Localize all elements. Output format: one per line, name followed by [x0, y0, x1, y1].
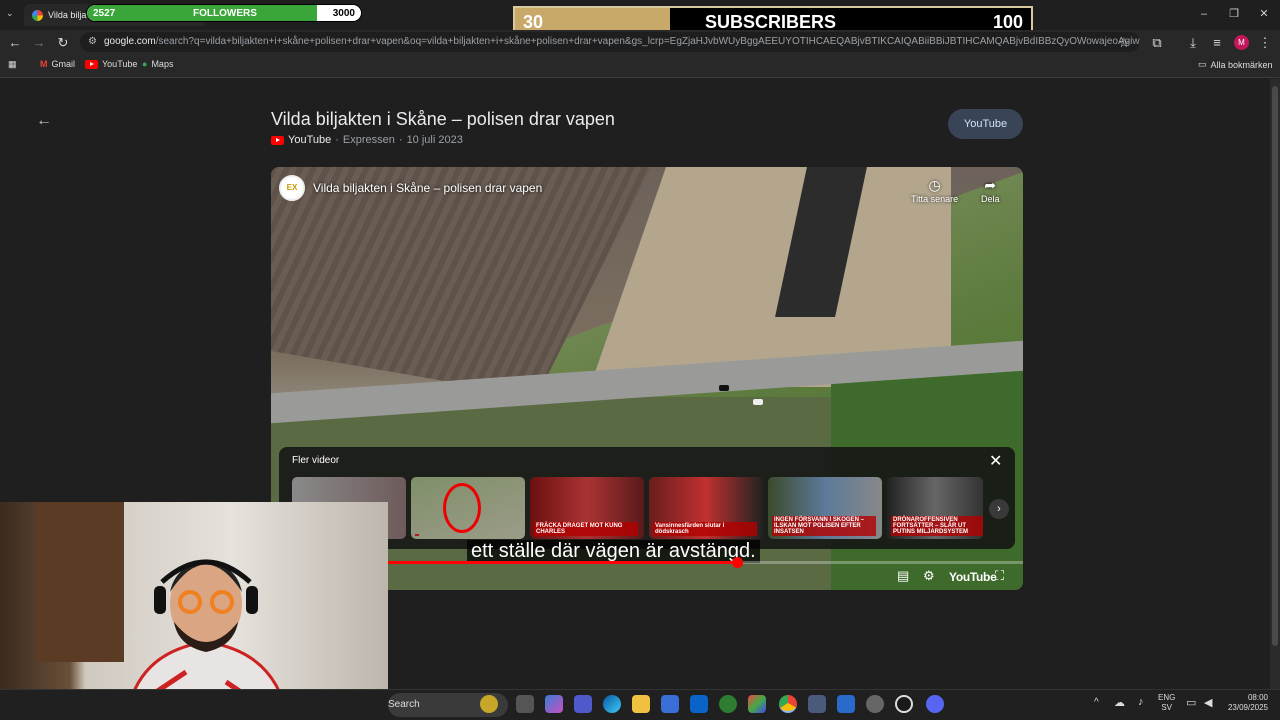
reload-icon[interactable]: ↻: [54, 34, 72, 52]
open-youtube-button[interactable]: YouTube: [948, 109, 1023, 139]
settings-gear-icon[interactable]: ⚙: [923, 568, 935, 584]
watch-later-label: Titta senare: [911, 194, 959, 204]
outlook-icon[interactable]: [690, 695, 708, 713]
maps-pin-icon: ●: [142, 59, 148, 69]
bookmark-gmail[interactable]: M Gmail: [40, 59, 75, 69]
network-icon[interactable]: ▭: [1186, 696, 1196, 709]
forward-icon[interactable]: →: [30, 34, 48, 52]
media-queue-icon[interactable]: ≡: [1208, 34, 1226, 52]
all-bookmarks[interactable]: ▭ Alla bokmärken: [1198, 59, 1273, 70]
channel-avatar[interactable]: EX: [279, 175, 305, 201]
address-bar[interactable]: ⚙ google.com/search?q=vilda+biljakten+i+…: [80, 32, 1140, 52]
more-video-thumbnail[interactable]: FRÄCKA DRAGET MOT KUNG CHARLES: [530, 477, 644, 539]
result-channel: Expressen: [342, 134, 395, 146]
microphone-icon[interactable]: ♪: [1138, 696, 1144, 708]
file-explorer-icon[interactable]: [632, 695, 650, 713]
followers-goal-bar: 2527 FOLLOWERS 3000: [86, 4, 362, 22]
tab-title: Vilda biljak: [48, 10, 91, 20]
bookmark-star-icon[interactable]: ☆: [1115, 34, 1133, 52]
webcam-overlay: [0, 502, 388, 720]
copilot-icon[interactable]: [545, 695, 563, 713]
chevron-up-icon[interactable]: ^: [1094, 697, 1099, 708]
followers-goal: 3000: [332, 8, 355, 19]
tab-search-icon[interactable]: ⌄: [6, 8, 14, 19]
office-icon[interactable]: [748, 695, 766, 713]
video-title[interactable]: Vilda biljakten i Skåne – polisen drar v…: [313, 181, 542, 195]
teams-icon[interactable]: [574, 695, 592, 713]
more-video-thumbnail[interactable]: [411, 477, 525, 539]
volume-icon[interactable]: ◀: [1204, 696, 1212, 709]
scrollbar-thumb[interactable]: [1272, 86, 1278, 646]
watch-later-button[interactable]: ◷ Titta senare: [911, 177, 958, 204]
close-icon[interactable]: ✕: [989, 451, 1002, 471]
weather-icon[interactable]: [480, 695, 498, 713]
maximize-icon[interactable]: ❐: [1226, 6, 1242, 22]
bookmarks-bar: [0, 56, 1280, 78]
more-videos-panel: Fler videor ✕ FRÄCKA DRAGET MOT KUNG CHA…: [279, 447, 1015, 549]
more-video-thumbnail[interactable]: INGEN FÖRSVANN I SKOGEN – ILSKAN MOT POL…: [768, 477, 882, 539]
captions-icon[interactable]: ▤: [897, 568, 909, 584]
store-icon[interactable]: [661, 695, 679, 713]
chrome-icon[interactable]: [779, 695, 797, 713]
more-video-thumbnail[interactable]: DRÖNAROFFENSIVEN FORTSÄTTER – SLÅR UT PU…: [887, 477, 983, 539]
followers-current: 2527: [93, 8, 116, 19]
chevron-right-icon[interactable]: ›: [989, 499, 1009, 519]
obs-icon[interactable]: [866, 695, 884, 713]
back-arrow-icon[interactable]: ←: [36, 112, 52, 130]
webcam-background-door: [36, 502, 124, 662]
google-icon: [32, 9, 43, 21]
highlight-circle-icon: [443, 483, 481, 533]
video-frame-car: [753, 399, 763, 405]
edge-icon[interactable]: [603, 695, 621, 713]
result-source: YouTube: [288, 134, 332, 146]
shield-icon[interactable]: [719, 695, 737, 713]
video-subtitle: ett ställe där vägen är avstängd.: [467, 540, 760, 563]
fullscreen-icon[interactable]: ⛶: [995, 568, 1004, 584]
bookmark-maps[interactable]: ● Maps: [142, 59, 173, 69]
photos-icon[interactable]: [837, 695, 855, 713]
profile-avatar[interactable]: M: [1234, 35, 1249, 50]
extensions-icon[interactable]: ⧉: [1148, 34, 1166, 52]
task-view-icon[interactable]: [516, 695, 534, 713]
meta-separator: ·: [335, 134, 339, 146]
meta-separator: ·: [398, 134, 403, 146]
app-circle-icon[interactable]: [895, 695, 913, 713]
share-label: Dela: [981, 194, 1000, 204]
download-icon[interactable]: ⤓: [1184, 34, 1202, 52]
cloud-icon[interactable]: ☁: [1114, 696, 1125, 709]
more-videos-title: Fler videor: [292, 455, 340, 466]
result-date: 10 juli 2023: [406, 134, 463, 146]
clock-icon: ◷: [928, 177, 941, 193]
bookmark-youtube[interactable]: YouTube: [85, 59, 137, 69]
apps-grid-icon[interactable]: ▦: [8, 59, 17, 70]
video-frame-field: [271, 167, 651, 397]
folder-icon: ▭: [1198, 59, 1207, 69]
video-frame-car: [719, 385, 729, 391]
youtube-icon: [85, 59, 98, 69]
minimize-icon[interactable]: –: [1196, 6, 1212, 22]
followers-label: FOLLOWERS: [193, 8, 257, 19]
share-icon: ➦: [984, 177, 997, 193]
youtube-icon: [271, 135, 284, 145]
menu-kebab-icon[interactable]: ⋮: [1256, 34, 1274, 52]
more-video-thumbnail[interactable]: Vansinnesfärden slutar i dödskrasch: [649, 477, 763, 539]
close-window-icon[interactable]: ✕: [1256, 6, 1272, 22]
result-meta: YouTube · Expressen · 10 juli 2023: [271, 134, 463, 146]
url-host: google.com: [104, 36, 156, 47]
back-icon[interactable]: ←: [6, 34, 24, 52]
youtube-logo[interactable]: YouTube: [949, 570, 997, 584]
discord-icon[interactable]: [926, 695, 944, 713]
site-info-icon[interactable]: ⚙: [88, 32, 97, 52]
url-path: /search?q=vilda+biljakten+i+skåne+polise…: [155, 36, 1140, 47]
gmail-icon: M: [40, 59, 48, 69]
clock[interactable]: 08:00 23/09/2025: [1222, 693, 1268, 713]
language-indicator[interactable]: ENG SV: [1158, 693, 1175, 713]
app-icon[interactable]: [808, 695, 826, 713]
share-button[interactable]: ➦ Dela: [981, 177, 1000, 204]
result-title[interactable]: Vilda biljakten i Skåne – polisen drar v…: [271, 109, 615, 130]
